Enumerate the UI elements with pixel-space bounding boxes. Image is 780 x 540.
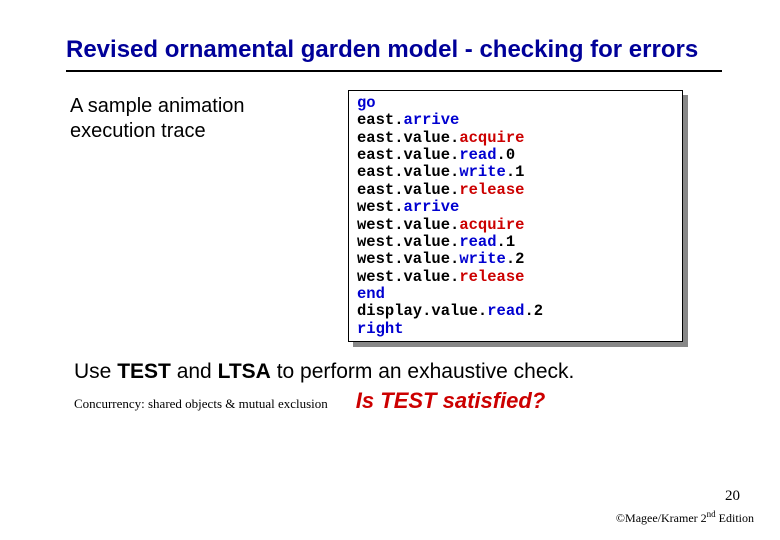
slide-title: Revised ornamental garden model - checki… — [0, 0, 780, 70]
trace-token: read — [459, 146, 496, 164]
copyright-post: Edition — [716, 511, 754, 525]
trace-token: end — [357, 285, 385, 303]
copyright: ©Magee/Kramer 2nd Edition — [616, 509, 754, 526]
trace-token: west.value. — [357, 216, 459, 234]
trace-token: east.value. — [357, 146, 459, 164]
trace-token: east. — [357, 111, 404, 129]
trace-line: east.value.read.0 — [357, 147, 674, 164]
trace-line: west.arrive — [357, 199, 674, 216]
copyright-pre: ©Magee/Kramer — [616, 511, 701, 525]
trace-line: east.arrive — [357, 112, 674, 129]
trace-token: acquire — [459, 129, 524, 147]
trace-token: .2 — [506, 250, 525, 268]
question: Is TEST satisfied? — [356, 386, 546, 416]
trace-token: read — [459, 233, 496, 251]
trace-token: release — [459, 181, 524, 199]
trace-line: go — [357, 95, 674, 112]
trace-token: display.value. — [357, 302, 487, 320]
trace-token: arrive — [404, 198, 460, 216]
trace-line: west.value.read.1 — [357, 234, 674, 251]
trace-token: acquire — [459, 216, 524, 234]
trace-token: .2 — [524, 302, 543, 320]
trace-line: east.value.release — [357, 182, 674, 199]
sample-caption: A sample animation execution trace — [70, 90, 320, 342]
trace-wrap: goeast.arriveeast.value.acquireeast.valu… — [348, 90, 683, 342]
trace-box: goeast.arriveeast.value.acquireeast.valu… — [348, 90, 683, 342]
trace-token: west. — [357, 198, 404, 216]
trace-token: east.value. — [357, 129, 459, 147]
trace-line: west.value.release — [357, 269, 674, 286]
bottom-text: Use TEST and LTSA to perform an exhausti… — [0, 342, 780, 416]
trace-token: release — [459, 268, 524, 286]
txt: and — [171, 360, 218, 383]
trace-token: arrive — [404, 111, 460, 129]
bottom-line-2: Concurrency: shared objects & mutual exc… — [74, 386, 722, 416]
trace-token: go — [357, 94, 376, 112]
bottom-line-1: Use TEST and LTSA to perform an exhausti… — [74, 358, 722, 386]
trace-line: end — [357, 286, 674, 303]
trace-line: right — [357, 321, 674, 338]
ltsa-kw: LTSA — [218, 360, 271, 383]
footer-left: Concurrency: shared objects & mutual exc… — [74, 395, 328, 413]
trace-line: west.value.write.2 — [357, 251, 674, 268]
copyright-sup: nd — [707, 509, 716, 519]
trace-token: read — [487, 302, 524, 320]
trace-token: .1 — [506, 163, 525, 181]
trace-line: east.value.write.1 — [357, 164, 674, 181]
trace-token: right — [357, 320, 404, 338]
trace-token: east.value. — [357, 163, 459, 181]
trace-token: write — [459, 163, 506, 181]
trace-token: west.value. — [357, 250, 459, 268]
trace-token: write — [459, 250, 506, 268]
page-number: 20 — [725, 488, 740, 505]
trace-token: east.value. — [357, 181, 459, 199]
trace-line: west.value.acquire — [357, 217, 674, 234]
trace-token: west.value. — [357, 233, 459, 251]
content-row: A sample animation execution trace goeas… — [0, 72, 780, 342]
txt: to perform an exhaustive check. — [271, 360, 575, 383]
trace-token: .0 — [497, 146, 516, 164]
trace-line: east.value.acquire — [357, 130, 674, 147]
trace-line: display.value.read.2 — [357, 303, 674, 320]
txt: Use — [74, 360, 117, 383]
trace-token: west.value. — [357, 268, 459, 286]
test-kw: TEST — [117, 360, 171, 383]
trace-token: .1 — [497, 233, 516, 251]
